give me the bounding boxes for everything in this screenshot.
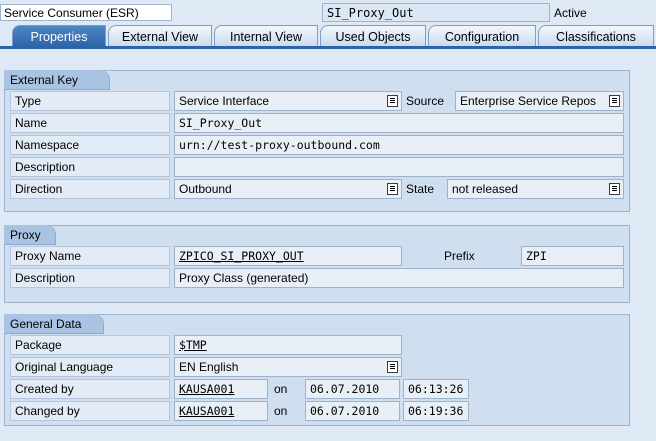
name-field[interactable]: SI_Proxy_Out (174, 113, 624, 133)
language-value: EN English (179, 360, 239, 374)
description-label: Description (10, 157, 170, 177)
type-dropdown[interactable]: Service Interface (174, 91, 402, 111)
changed-on-label: on (274, 404, 288, 418)
direction-dropdown[interactable]: Outbound (174, 179, 402, 199)
status-text: Active (554, 6, 587, 20)
tab-internal-view[interactable]: Internal View (214, 25, 318, 47)
package-label: Package (10, 335, 170, 355)
proxy-name-label: Proxy Name (10, 246, 170, 266)
original-language-dropdown[interactable]: EN English (174, 357, 402, 377)
namespace-field[interactable]: urn://test-proxy-outbound.com (174, 135, 624, 155)
state-value: not released (452, 182, 519, 196)
tab-used-objects[interactable]: Used Objects (320, 25, 426, 47)
dropdown-icon[interactable] (387, 95, 398, 107)
created-on-label: on (274, 382, 288, 396)
description-field[interactable] (174, 157, 624, 177)
dropdown-icon[interactable] (609, 95, 620, 107)
state-dropdown[interactable]: not released (447, 179, 624, 199)
external-key-title: External Key (4, 70, 110, 90)
type-value: Service Interface (179, 94, 270, 108)
prefix-field[interactable]: ZPI (521, 246, 624, 266)
created-by-user[interactable]: KAUSA001 (174, 379, 268, 399)
source-dropdown[interactable]: Enterprise Service Repos (455, 91, 624, 111)
proxy-name-field[interactable]: ZPICO_SI_PROXY_OUT (174, 246, 402, 266)
name-label: Name (10, 113, 170, 133)
dropdown-icon[interactable] (387, 361, 398, 373)
object-name-field[interactable]: SI_Proxy_Out (322, 3, 550, 22)
direction-value: Outbound (179, 182, 232, 196)
state-label: State (406, 182, 435, 196)
dropdown-icon[interactable] (387, 183, 398, 195)
tab-properties[interactable]: Properties (12, 25, 106, 47)
prefix-label: Prefix (444, 249, 475, 263)
created-by-label: Created by (10, 379, 170, 399)
tab-external-view[interactable]: External View (108, 25, 212, 47)
dropdown-icon[interactable] (609, 183, 620, 195)
tab-configuration[interactable]: Configuration (428, 25, 536, 47)
source-value: Enterprise Service Repos (460, 94, 597, 108)
changed-date-field: 06.07.2010 (305, 401, 400, 421)
general-data-title: General Data (4, 314, 104, 334)
proxy-description-label: Description (10, 268, 170, 288)
created-time-field: 06:13:26 (403, 379, 469, 399)
changed-time-field: 06:19:36 (403, 401, 469, 421)
tab-classifications[interactable]: Classifications (538, 25, 654, 47)
changed-by-label: Changed by (10, 401, 170, 421)
original-language-label: Original Language (10, 357, 170, 377)
object-type-field: Service Consumer (ESR) (0, 4, 172, 21)
namespace-label: Namespace (10, 135, 170, 155)
proxy-description-field[interactable]: Proxy Class (generated) (174, 268, 624, 288)
type-label: Type (10, 91, 170, 111)
tab-strip-divider (0, 46, 656, 49)
proxy-title: Proxy (4, 225, 56, 245)
created-date-field: 06.07.2010 (305, 379, 400, 399)
package-field[interactable]: $TMP (174, 335, 402, 355)
source-label: Source (406, 94, 445, 108)
changed-by-user[interactable]: KAUSA001 (174, 401, 268, 421)
direction-label: Direction (10, 179, 170, 199)
